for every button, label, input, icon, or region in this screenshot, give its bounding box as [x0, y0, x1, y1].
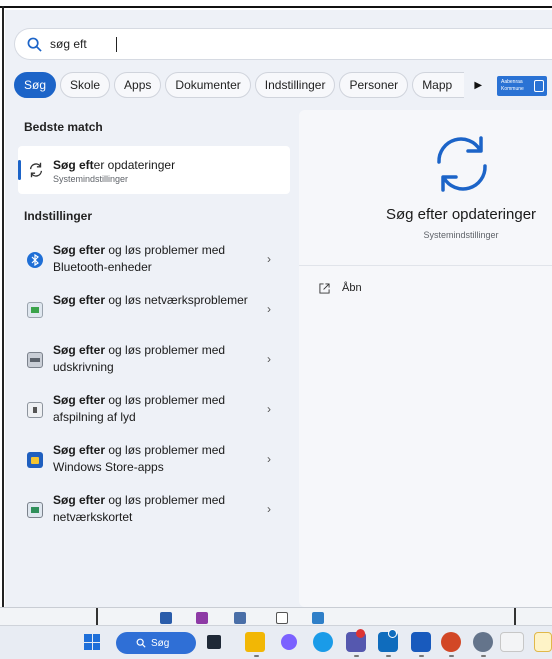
list-item-label: Søg efter og løs netværksproblemer	[53, 292, 253, 309]
list-item-bold: Søg efter	[53, 293, 106, 307]
taskbar-search-label: Søg	[151, 637, 170, 649]
list-item-bold: Søg efter	[53, 243, 106, 257]
chevron-right-icon[interactable]: ›	[267, 452, 271, 466]
store-icon	[27, 452, 43, 468]
open-external-icon	[319, 282, 330, 294]
text-caret	[116, 37, 117, 52]
search-icon	[27, 37, 42, 52]
list-item[interactable]: Søg efter og løs problemer med netværksk…	[18, 490, 290, 540]
list-item[interactable]: Søg efter og løs problemer med afspilnin…	[18, 390, 290, 440]
chevron-right-icon[interactable]: ›	[267, 302, 271, 316]
best-match-heading: Bedste match	[24, 120, 103, 134]
search-icon	[136, 638, 146, 648]
network-icon	[27, 302, 43, 318]
open-label: Åbn	[342, 282, 362, 294]
tab-apps[interactable]: Apps	[114, 72, 162, 98]
open-button[interactable]: Åbn	[319, 282, 362, 294]
task-view-icon[interactable]	[207, 635, 221, 649]
notification-badge	[388, 629, 397, 638]
more-tabs-arrow-icon[interactable]: ▶	[470, 72, 486, 98]
chevron-right-icon[interactable]: ›	[267, 502, 271, 516]
window-top-border	[0, 0, 552, 8]
tab-school[interactable]: Skole	[60, 72, 111, 98]
refresh-large-icon	[437, 136, 487, 192]
window-edge	[96, 608, 98, 626]
tab-search[interactable]: Søg	[14, 72, 57, 98]
tab-documents[interactable]: Dokumenter	[165, 72, 251, 98]
list-item-bold: Søg efter	[53, 443, 106, 457]
running-indicator	[481, 655, 486, 657]
preview-divider	[299, 265, 552, 266]
best-match-subtitle: Systemindstillinger	[53, 174, 129, 184]
running-indicator	[449, 655, 454, 657]
result-preview-pane: Søg efter opdateringer Systemindstilling…	[299, 110, 552, 607]
settings-heading: Indstillinger	[24, 209, 93, 223]
background-window-strip	[0, 607, 552, 626]
best-match-title-bold: Søg eft	[53, 158, 94, 172]
bluetooth-icon	[27, 252, 43, 268]
settings-gear-icon[interactable]	[473, 632, 493, 652]
list-item[interactable]: Søg efter og løs problemer med Bluetooth…	[18, 240, 290, 290]
app-icon	[312, 612, 324, 624]
list-item[interactable]: Søg efter og løs problemer med Windows S…	[18, 440, 290, 490]
running-indicator	[419, 655, 424, 657]
tab-settings[interactable]: Indstillinger	[254, 72, 336, 98]
windows-start-icon[interactable]	[84, 634, 100, 650]
list-item-bold: Søg efter	[53, 393, 106, 407]
search-input[interactable]	[50, 37, 350, 51]
powerpoint-icon[interactable]	[441, 632, 461, 652]
best-match-title: Søg efter opdateringer	[53, 158, 175, 172]
preview-subtitle: Systemindstillinger	[423, 230, 499, 240]
window-edge	[514, 608, 516, 626]
word-icon[interactable]	[411, 632, 431, 652]
chevron-right-icon[interactable]: ›	[267, 352, 271, 366]
app-icon	[234, 612, 246, 624]
refresh-icon	[29, 162, 43, 178]
taskbar: Søg	[0, 625, 552, 659]
selection-indicator	[18, 160, 21, 180]
list-item-label: Søg efter og løs problemer med udskrivni…	[53, 342, 253, 376]
best-match-result[interactable]: Søg efter opdateringer Systemindstilling…	[18, 146, 290, 194]
settings-results-list: Søg efter og løs problemer med Bluetooth…	[18, 240, 290, 540]
list-item-bold: Søg efter	[53, 343, 106, 357]
taskbar-search-button[interactable]: Søg	[116, 632, 196, 654]
speaker-icon	[27, 402, 43, 418]
search-filter-tabs: Søg Skole Apps Dokumenter Indstillinger …	[14, 72, 486, 98]
notification-badge	[356, 629, 365, 638]
list-item[interactable]: Søg efter og løs problemer med udskrivni…	[18, 340, 290, 390]
tab-folders[interactable]: Mapp	[412, 72, 465, 98]
running-indicator	[386, 655, 391, 657]
app-icon	[160, 612, 172, 624]
edge-icon[interactable]	[313, 632, 333, 652]
app-icon	[196, 612, 208, 624]
chevron-right-icon[interactable]: ›	[267, 252, 271, 266]
file-explorer-icon[interactable]	[245, 632, 265, 652]
window-left-border	[2, 6, 4, 626]
list-item-rest: og løs netværksproblemer	[105, 293, 248, 307]
list-item-label: Søg efter og løs problemer med afspilnin…	[53, 392, 253, 426]
running-indicator	[254, 655, 259, 657]
running-indicator	[354, 655, 359, 657]
sticky-notes-icon[interactable]	[534, 632, 552, 652]
printer-icon	[27, 352, 43, 368]
snipping-tool-icon[interactable]	[500, 632, 524, 652]
preview-title: Søg efter opdateringer	[385, 206, 537, 223]
search-box[interactable]	[14, 28, 552, 60]
brand-mark-icon	[534, 80, 544, 92]
list-item-label: Søg efter og løs problemer med Bluetooth…	[53, 242, 253, 276]
organization-logo[interactable]: Aabenraa Kommune	[497, 76, 547, 96]
list-item-bold: Søg efter	[53, 493, 106, 507]
chevron-right-icon[interactable]: ›	[267, 402, 271, 416]
list-item-label: Søg efter og løs problemer med netværksk…	[53, 492, 253, 526]
best-match-title-rest: er opdateringer	[93, 158, 176, 172]
app-icon	[276, 612, 288, 624]
network-adapter-icon	[27, 502, 43, 518]
list-item[interactable]: Søg efter og løs netværksproblemer ›	[18, 290, 290, 340]
list-item-label: Søg efter og løs problemer med Windows S…	[53, 442, 253, 476]
copilot-icon[interactable]	[281, 634, 297, 650]
tab-people[interactable]: Personer	[339, 72, 409, 98]
